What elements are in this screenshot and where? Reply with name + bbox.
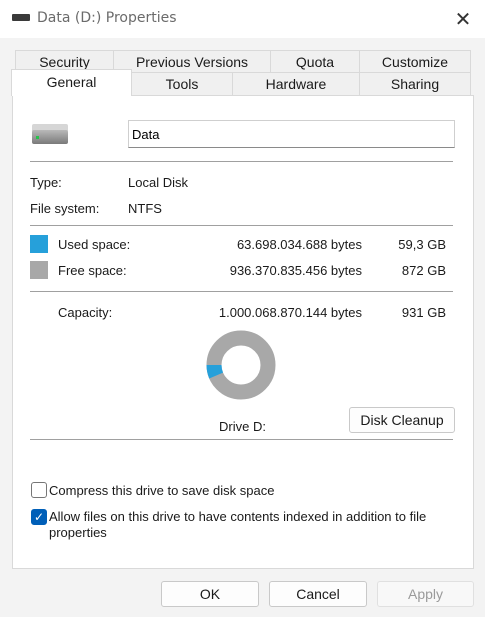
compress-drive-checkbox[interactable] bbox=[31, 482, 47, 498]
tab-tools[interactable]: Tools bbox=[131, 72, 233, 96]
free-space-size: 872 GB bbox=[401, 263, 446, 278]
free-space-ring bbox=[206, 330, 276, 400]
index-contents-label-line2: properties bbox=[49, 525, 107, 540]
tab-quota[interactable]: Quota bbox=[270, 50, 360, 74]
disk-cleanup-button[interactable]: Disk Cleanup bbox=[349, 407, 455, 433]
hard-drive-icon bbox=[32, 130, 68, 144]
close-icon: ✕ bbox=[454, 7, 472, 31]
divider bbox=[30, 161, 453, 162]
ok-button[interactable]: OK bbox=[161, 581, 259, 607]
drive-icon bbox=[12, 14, 30, 21]
free-space-swatch bbox=[30, 261, 48, 279]
free-space-label: Free space: bbox=[58, 263, 127, 278]
file-system-value: NTFS bbox=[128, 201, 162, 216]
disk-usage-donut bbox=[206, 330, 276, 400]
close-button[interactable]: ✕ bbox=[447, 4, 479, 34]
capacity-label: Capacity: bbox=[58, 305, 113, 320]
tab-previous-versions[interactable]: Previous Versions bbox=[113, 50, 271, 74]
apply-button[interactable]: Apply bbox=[377, 581, 474, 607]
tab-general[interactable]: General bbox=[11, 69, 132, 96]
type-label: Type: bbox=[30, 175, 62, 190]
title-bar: Data (D:) Properties ✕ bbox=[0, 0, 485, 38]
divider bbox=[30, 291, 453, 292]
dialog-client: Security Previous Versions Quota Customi… bbox=[10, 38, 475, 608]
file-system-label: File system: bbox=[30, 201, 100, 216]
used-space-bytes: 63.698.034.688 bytes bbox=[236, 237, 362, 252]
tab-customize[interactable]: Customize bbox=[359, 50, 471, 74]
tab-hardware[interactable]: Hardware bbox=[232, 72, 360, 96]
compress-drive-label: Compress this drive to save disk space bbox=[49, 483, 275, 498]
capacity-bytes: 1.000.068.870.144 bytes bbox=[218, 305, 362, 320]
used-space-swatch bbox=[30, 235, 48, 253]
divider bbox=[30, 439, 453, 440]
divider bbox=[30, 225, 453, 226]
cancel-button[interactable]: Cancel bbox=[269, 581, 367, 607]
index-contents-label-line1: Allow files on this drive to have conten… bbox=[49, 509, 427, 524]
drive-letter-label: Drive D: bbox=[219, 419, 266, 434]
type-value: Local Disk bbox=[128, 175, 188, 190]
tab-sharing[interactable]: Sharing bbox=[359, 72, 471, 96]
drive-name-input[interactable] bbox=[128, 120, 455, 148]
free-space-bytes: 936.370.835.456 bytes bbox=[229, 263, 362, 278]
window-title: Data (D:) Properties bbox=[37, 10, 177, 26]
used-space-size: 59,3 GB bbox=[398, 237, 446, 252]
properties-window: Data (D:) Properties ✕ Security Previous… bbox=[0, 0, 485, 617]
capacity-size: 931 GB bbox=[401, 305, 446, 320]
used-space-label: Used space: bbox=[58, 237, 131, 252]
index-contents-checkbox[interactable]: ✓ bbox=[31, 509, 47, 525]
